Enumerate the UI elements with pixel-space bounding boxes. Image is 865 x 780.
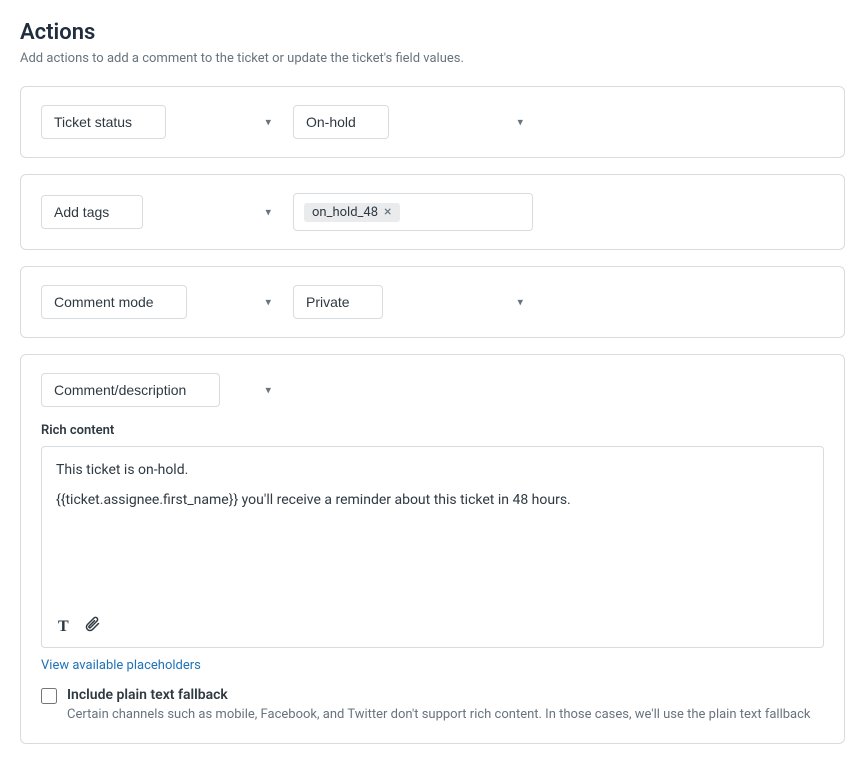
rich-text-line2: {{ticket.assignee.first_name}} you'll re… bbox=[56, 489, 809, 511]
plain-text-checkbox-wrapper bbox=[41, 688, 57, 704]
rich-text-editor[interactable]: This ticket is on-hold. {{ticket.assigne… bbox=[41, 446, 824, 606]
comment-mode-row: Comment mode ▾ Private ▾ bbox=[20, 266, 845, 338]
plain-text-content: Include plain text fallback Certain chan… bbox=[67, 687, 811, 725]
attach-icon bbox=[85, 616, 101, 637]
ticket-status-value-chevron: ▾ bbox=[517, 116, 523, 129]
rich-content-label: Rich content bbox=[41, 423, 824, 438]
page-subtitle: Add actions to add a comment to the tick… bbox=[20, 51, 845, 66]
add-tags-row: Add tags ▾ on_hold_48 × bbox=[20, 174, 845, 250]
comment-mode-action-chevron: ▾ bbox=[265, 296, 271, 309]
comment-mode-value-wrapper: Private ▾ bbox=[293, 285, 533, 319]
toolbar-attach-button[interactable] bbox=[81, 614, 105, 639]
text-format-icon: T bbox=[58, 618, 69, 636]
ticket-status-value-wrapper: On-hold ▾ bbox=[293, 105, 533, 139]
remove-tag-button[interactable]: × bbox=[384, 205, 391, 219]
ticket-status-value-select[interactable]: On-hold bbox=[293, 105, 389, 139]
comment-description-row: Comment/description ▾ Rich content This … bbox=[20, 354, 845, 744]
plain-text-fallback-row: Include plain text fallback Certain chan… bbox=[41, 687, 824, 725]
plain-text-description: Certain channels such as mobile, Faceboo… bbox=[67, 705, 811, 725]
page-title: Actions bbox=[20, 20, 845, 45]
tags-input-container[interactable]: on_hold_48 × bbox=[293, 193, 533, 231]
add-tags-action-chevron: ▾ bbox=[265, 206, 271, 219]
comment-mode-action-select[interactable]: Comment mode bbox=[41, 285, 187, 319]
plain-text-label: Include plain text fallback bbox=[67, 687, 811, 703]
tag-label: on_hold_48 bbox=[312, 205, 378, 220]
ticket-status-action-wrapper: Ticket status ▾ bbox=[41, 105, 281, 139]
add-tags-action-wrapper: Add tags ▾ bbox=[41, 195, 281, 229]
plain-text-checkbox[interactable] bbox=[41, 688, 57, 704]
comment-desc-action-wrapper: Comment/description ▾ bbox=[41, 373, 281, 407]
comment-mode-value-chevron: ▾ bbox=[517, 296, 523, 309]
rich-text-line1: This ticket is on-hold. bbox=[56, 459, 809, 481]
view-placeholders-link[interactable]: View available placeholders bbox=[41, 658, 201, 673]
comment-desc-action-chevron: ▾ bbox=[265, 384, 271, 397]
toolbar-text-format-button[interactable]: T bbox=[54, 616, 73, 638]
ticket-status-action-chevron: ▾ bbox=[265, 116, 271, 129]
comment-mode-value-select[interactable]: Private bbox=[293, 285, 383, 319]
comment-desc-action-select[interactable]: Comment/description bbox=[41, 373, 220, 407]
ticket-status-row: Ticket status ▾ On-hold ▾ bbox=[20, 86, 845, 158]
rich-text-toolbar: T bbox=[41, 606, 824, 648]
comment-mode-action-wrapper: Comment mode ▾ bbox=[41, 285, 281, 319]
add-tags-action-select[interactable]: Add tags bbox=[41, 195, 143, 229]
tag-badge-on-hold-48: on_hold_48 × bbox=[304, 203, 400, 222]
ticket-status-action-select[interactable]: Ticket status bbox=[41, 105, 166, 139]
